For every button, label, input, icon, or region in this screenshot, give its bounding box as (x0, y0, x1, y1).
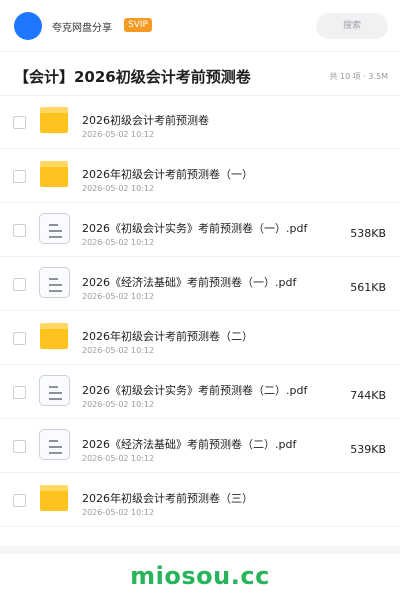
file-size: 744KB (350, 389, 386, 402)
select-checkbox[interactable] (13, 332, 26, 345)
pdf-file-icon (39, 429, 70, 460)
file-date: 2026-05-02 10:12 (82, 346, 155, 355)
file-date: 2026-05-02 10:12 (82, 454, 155, 463)
file-name: 2026初级会计考前预测卷 (82, 114, 209, 127)
select-checkbox[interactable] (13, 440, 26, 453)
file-row[interactable]: 2026《经济法基础》考前预测卷（一）.pdf 2026-05-02 10:12 5… (0, 258, 400, 311)
file-row[interactable]: 2026《初级会计实务》考前预测卷（二）.pdf 2026-05-02 10:12… (0, 366, 400, 419)
folder-summary: 共 10 项 · 3.5M (329, 72, 388, 81)
svip-badge: SVIP (124, 18, 152, 32)
file-date: 2026-05-02 10:12 (82, 184, 155, 193)
file-name: 2026《初级会计实务》考前预测卷（一）.pdf (82, 222, 308, 235)
file-size: 561KB (350, 281, 386, 294)
file-date: 2026-05-02 10:12 (82, 292, 155, 301)
select-checkbox[interactable] (13, 116, 26, 129)
header: 夸克网盘分享 SVIP 搜索 (0, 0, 400, 52)
site-watermark: miosou.cc (130, 562, 270, 590)
file-name: 2026《经济法基础》考前预测卷（二）.pdf (82, 438, 297, 451)
folder-icon (40, 485, 68, 511)
file-name: 2026《经济法基础》考前预测卷（一）.pdf (82, 276, 297, 289)
file-date: 2026-05-02 10:12 (82, 238, 155, 247)
folder-title-bar: 【会计】2026初级会计考前预测卷 共 10 项 · 3.5M (0, 58, 400, 96)
pdf-file-icon (39, 375, 70, 406)
pdf-file-icon (39, 267, 70, 298)
search-button[interactable]: 搜索 (316, 13, 388, 39)
file-date: 2026-05-02 10:12 (82, 508, 155, 517)
brand-name: 夸克网盘分享 (52, 23, 112, 34)
folder-icon (40, 107, 68, 133)
folder-icon (40, 161, 68, 187)
file-name: 2026年初级会计考前预测卷（一） (82, 168, 253, 181)
file-date: 2026-05-02 10:12 (82, 400, 155, 409)
pdf-file-icon (39, 213, 70, 244)
select-checkbox[interactable] (13, 278, 26, 291)
file-name: 2026《初级会计实务》考前预测卷（二）.pdf (82, 384, 308, 397)
file-date: 2026-05-02 10:12 (82, 130, 155, 139)
file-row[interactable]: 2026《经济法基础》考前预测卷（二）.pdf 2026-05-02 10:12 5… (0, 420, 400, 473)
share-page: 夸克网盘分享 SVIP 搜索 【会计】2026初级会计考前预测卷 共 10 项 … (0, 0, 400, 600)
avatar[interactable] (14, 12, 42, 40)
file-size: 538KB (350, 227, 386, 240)
select-checkbox[interactable] (13, 170, 26, 183)
folder-icon (40, 323, 68, 349)
file-name: 2026年初级会计考前预测卷（三） (82, 492, 253, 505)
file-row[interactable]: 2026年初级会计考前预测卷（二） 2026-05-02 10:12 (0, 312, 400, 365)
file-size: 539KB (350, 443, 386, 456)
select-checkbox[interactable] (13, 386, 26, 399)
folder-title: 【会计】2026初级会计考前预测卷 (14, 68, 251, 86)
footer-divider (0, 546, 400, 554)
file-row[interactable]: 2026《初级会计实务》考前预测卷（一）.pdf 2026-05-02 10:12… (0, 204, 400, 257)
file-name: 2026年初级会计考前预测卷（二） (82, 330, 253, 343)
file-row[interactable]: 2026年初级会计考前预测卷（一） 2026-05-02 10:12 (0, 150, 400, 203)
file-row[interactable]: 2026初级会计考前预测卷 2026-05-02 10:12 (0, 96, 400, 149)
file-row[interactable]: 2026年初级会计考前预测卷（三） 2026-05-02 10:12 (0, 474, 400, 527)
select-checkbox[interactable] (13, 224, 26, 237)
select-checkbox[interactable] (13, 494, 26, 507)
file-list: 2026初级会计考前预测卷 2026-05-02 10:12 2026年初级会计考前… (0, 96, 400, 552)
